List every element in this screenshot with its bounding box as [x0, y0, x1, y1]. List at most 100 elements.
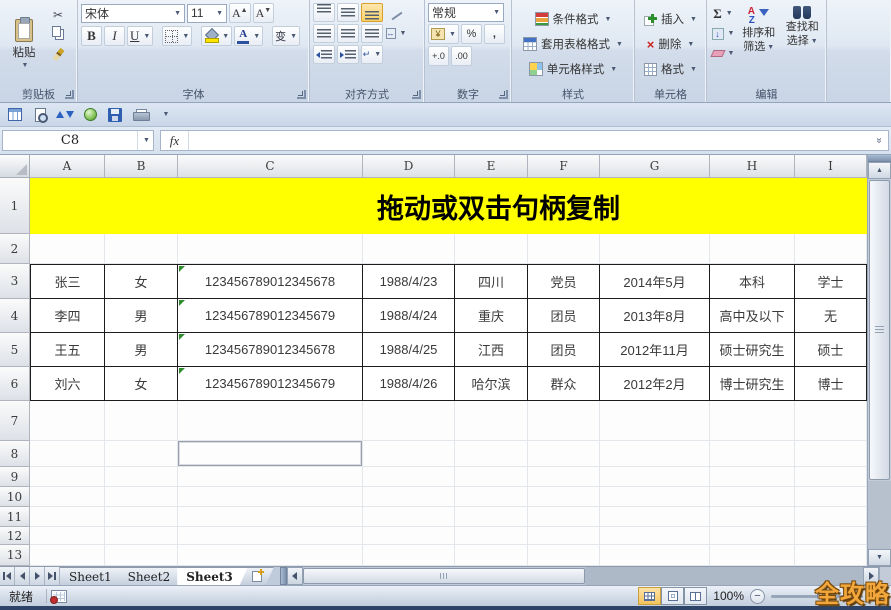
vertical-scroll-track[interactable]: [868, 481, 891, 549]
formula-input[interactable]: [189, 131, 870, 150]
sheet-tab-sheet1[interactable]: Sheet1: [60, 567, 127, 585]
select-all-button[interactable]: [0, 155, 30, 178]
cut-button[interactable]: ✂: [45, 5, 71, 24]
cell-H13[interactable]: [710, 545, 795, 566]
column-header-E[interactable]: E: [455, 155, 528, 178]
bold-button[interactable]: B: [81, 26, 102, 46]
cell-A11[interactable]: [30, 507, 105, 527]
borders-button[interactable]: ▼: [162, 26, 192, 46]
cell-F11[interactable]: [528, 507, 600, 527]
cell-B13[interactable]: [105, 545, 178, 566]
phonetic-guide-button[interactable]: 变▼: [272, 26, 300, 46]
cell-E2[interactable]: [455, 234, 528, 264]
next-sheet-button[interactable]: [30, 567, 45, 585]
cell-H11[interactable]: [710, 507, 795, 527]
row-header-9[interactable]: 9: [0, 467, 30, 487]
cell-G10[interactable]: [600, 487, 710, 507]
cell-G7[interactable]: [600, 401, 710, 441]
insert-cells-button[interactable]: 插入▼: [638, 8, 703, 31]
cell-D4[interactable]: 1988/4/24: [363, 299, 455, 333]
column-header-D[interactable]: D: [363, 155, 455, 178]
cell-I10[interactable]: [795, 487, 867, 507]
align-top-button[interactable]: [313, 3, 335, 22]
underline-button[interactable]: U▼: [127, 26, 153, 46]
italic-button[interactable]: I: [104, 26, 125, 46]
row-header-1[interactable]: 1: [0, 178, 30, 234]
cell-C3[interactable]: 123456789012345678: [178, 264, 363, 299]
align-middle-button[interactable]: [337, 3, 359, 22]
cell-G3[interactable]: 2014年5月: [600, 264, 710, 299]
scroll-down-button[interactable]: ▼: [868, 549, 891, 566]
row-header-12[interactable]: 12: [0, 527, 30, 545]
qat-print-preview-button[interactable]: [30, 105, 50, 125]
cell-D11[interactable]: [363, 507, 455, 527]
sheet-tab-sheet2[interactable]: Sheet2: [119, 567, 186, 585]
macro-record-button[interactable]: [51, 590, 67, 603]
cell-E3[interactable]: 四川: [455, 264, 528, 299]
qat-print-button[interactable]: [130, 105, 150, 125]
column-header-A[interactable]: A: [30, 155, 105, 178]
cell-B10[interactable]: [105, 487, 178, 507]
cell-A3[interactable]: 张三: [30, 264, 105, 299]
zoom-out-button[interactable]: −: [750, 589, 765, 604]
cell-F10[interactable]: [528, 487, 600, 507]
cell-G13[interactable]: [600, 545, 710, 566]
cell-C12[interactable]: [178, 527, 363, 545]
previous-sheet-button[interactable]: [15, 567, 30, 585]
cell-G5[interactable]: 2012年11月: [600, 333, 710, 367]
cell-H5[interactable]: 硕士研究生: [710, 333, 795, 367]
cell-G2[interactable]: [600, 234, 710, 264]
format-cells-button[interactable]: 格式▼: [638, 58, 703, 81]
align-right-button[interactable]: [361, 24, 383, 43]
insert-function-button[interactable]: fx: [161, 131, 189, 150]
cell-B5[interactable]: 男: [105, 333, 178, 367]
wrap-text-button[interactable]: ↵▼: [361, 45, 383, 64]
name-box[interactable]: C8 ▼: [2, 130, 154, 151]
align-left-button[interactable]: [313, 24, 335, 43]
cell-E8[interactable]: [455, 441, 528, 467]
orientation-button[interactable]: [385, 3, 407, 22]
cell-F12[interactable]: [528, 527, 600, 545]
cell-D2[interactable]: [363, 234, 455, 264]
cell-H4[interactable]: 高中及以下: [710, 299, 795, 333]
column-header-B[interactable]: B: [105, 155, 178, 178]
font-color-button[interactable]: A ▼: [234, 26, 263, 46]
comma-style-button[interactable]: ,: [484, 24, 505, 44]
scroll-up-button[interactable]: ▲: [868, 162, 891, 179]
cell-B11[interactable]: [105, 507, 178, 527]
row-header-10[interactable]: 10: [0, 487, 30, 507]
align-bottom-button[interactable]: [361, 3, 383, 22]
cell-D6[interactable]: 1988/4/26: [363, 367, 455, 401]
vertical-scroll-thumb[interactable]: [869, 180, 890, 480]
qat-refresh-button[interactable]: [80, 105, 100, 125]
accounting-format-button[interactable]: ¥▼: [428, 24, 459, 44]
last-sheet-button[interactable]: [45, 567, 60, 585]
paste-button[interactable]: 粘贴 ▼: [3, 3, 45, 85]
cell-F6[interactable]: 群众: [528, 367, 600, 401]
cell-H9[interactable]: [710, 467, 795, 487]
cell-F8[interactable]: [528, 441, 600, 467]
cell-G6[interactable]: 2012年2月: [600, 367, 710, 401]
cell-I2[interactable]: [795, 234, 867, 264]
cell-F9[interactable]: [528, 467, 600, 487]
cell-B12[interactable]: [105, 527, 178, 545]
cell-H7[interactable]: [710, 401, 795, 441]
cell-I13[interactable]: [795, 545, 867, 566]
cell-E5[interactable]: 江西: [455, 333, 528, 367]
format-painter-button[interactable]: [45, 45, 71, 64]
cell-G4[interactable]: 2013年8月: [600, 299, 710, 333]
tab-split-handle[interactable]: [280, 567, 287, 585]
merge-center-button[interactable]: ↔▼: [385, 24, 407, 43]
cell-B7[interactable]: [105, 401, 178, 441]
number-format-combo[interactable]: 常规 ▼: [428, 3, 504, 22]
cell-I8[interactable]: [795, 441, 867, 467]
horizontal-scroll-thumb[interactable]: [303, 568, 585, 584]
cell-I6[interactable]: 博士: [795, 367, 867, 401]
cell-A5[interactable]: 王五: [30, 333, 105, 367]
clipboard-dialog-launcher[interactable]: [65, 90, 74, 99]
cell-B6[interactable]: 女: [105, 367, 178, 401]
cell-B4[interactable]: 男: [105, 299, 178, 333]
cell-H12[interactable]: [710, 527, 795, 545]
name-box-dropdown[interactable]: ▼: [137, 131, 153, 150]
cell-H2[interactable]: [710, 234, 795, 264]
